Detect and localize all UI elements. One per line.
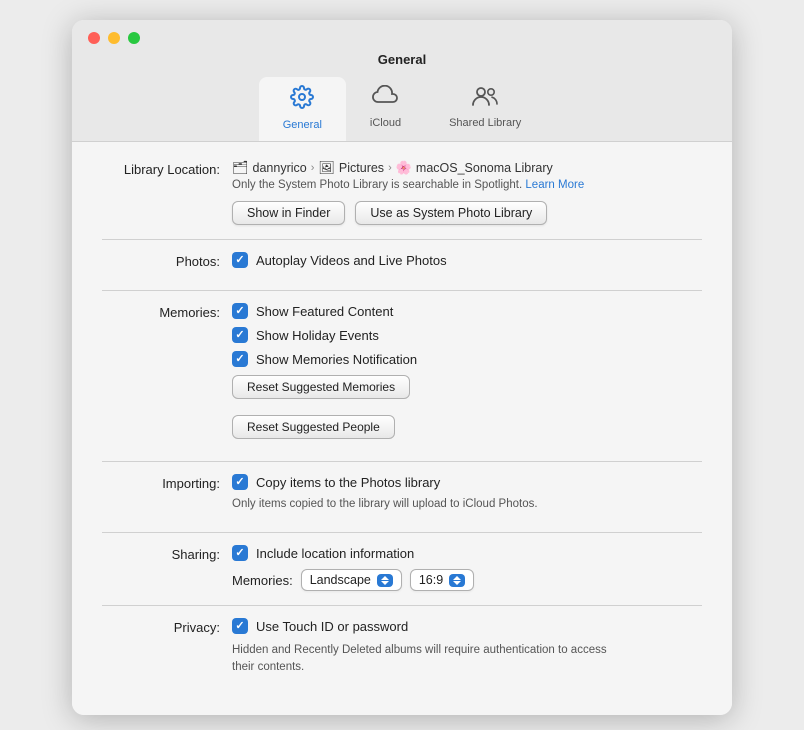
orientation-value: Landscape: [310, 573, 371, 587]
touch-id-checkbox[interactable]: [232, 618, 248, 634]
tab-general[interactable]: General: [259, 77, 346, 141]
library-location-content: 🗂 dannyrico › 🖼 Pictures › 🌸 macOS_Sonom…: [232, 160, 702, 225]
importing-section: Importing: Copy items to the Photos libr…: [102, 474, 702, 518]
arrow-up-icon: [381, 576, 389, 580]
tab-general-label: General: [283, 119, 322, 131]
photos-section: Photos: Autoplay Videos and Live Photos: [102, 252, 702, 276]
privacy-label: Privacy:: [102, 618, 232, 635]
library-location-label: Library Location:: [102, 160, 232, 177]
arrow-down-icon: [381, 581, 389, 585]
importing-content: Copy items to the Photos library Only it…: [232, 474, 702, 518]
aspect-ratio-select[interactable]: 16:9: [410, 569, 474, 591]
autoplay-label: Autoplay Videos and Live Photos: [256, 253, 447, 268]
people-icon: [471, 85, 499, 113]
divider-2: [102, 290, 702, 291]
close-button[interactable]: [88, 32, 100, 44]
tab-shared-library-label: Shared Library: [449, 117, 521, 129]
tab-bar: General iCloud: [259, 77, 545, 141]
pictures-folder-icon: 🖼: [318, 160, 335, 176]
copy-items-row: Copy items to the Photos library: [232, 474, 702, 490]
memories-section: Memories: Show Featured Content Show Hol…: [102, 303, 702, 447]
learn-more-link[interactable]: Learn More: [525, 179, 584, 191]
include-location-row: Include location information: [232, 545, 702, 561]
window-title: General: [378, 52, 426, 67]
touch-id-row: Use Touch ID or password: [232, 618, 702, 634]
privacy-section: Privacy: Use Touch ID or password Hidden…: [102, 618, 702, 677]
include-location-label: Include location information: [256, 546, 414, 561]
show-featured-label: Show Featured Content: [256, 304, 393, 319]
titlebar: General General iCloud: [72, 20, 732, 142]
privacy-note: Hidden and Recently Deleted albums will …: [232, 642, 632, 677]
folder-icon: 🗂: [232, 160, 249, 176]
photos-icon: 🌸: [396, 160, 412, 176]
reset-suggested-memories-button[interactable]: Reset Suggested Memories: [232, 375, 410, 399]
breadcrumb-user: dannyrico: [253, 161, 307, 175]
gear-icon: [290, 85, 314, 115]
tab-shared-library[interactable]: Shared Library: [425, 77, 545, 141]
photos-label: Photos:: [102, 252, 232, 269]
sharing-memories-row: Memories: Landscape 16:9: [232, 569, 702, 591]
traffic-lights: [88, 32, 140, 44]
importing-label: Importing:: [102, 474, 232, 491]
aspect-up-icon: [453, 576, 461, 580]
autoplay-checkbox[interactable]: [232, 252, 248, 268]
show-in-finder-button[interactable]: Show in Finder: [232, 201, 345, 225]
aspect-ratio-arrows[interactable]: [449, 574, 465, 587]
library-buttons: Show in Finder Use as System Photo Libra…: [232, 201, 702, 225]
show-notification-label: Show Memories Notification: [256, 352, 417, 367]
show-featured-row: Show Featured Content: [232, 303, 702, 319]
maximize-button[interactable]: [128, 32, 140, 44]
main-window: General General iCloud: [72, 20, 732, 715]
memories-label: Memories:: [102, 303, 232, 320]
show-holiday-row: Show Holiday Events: [232, 327, 702, 343]
divider-1: [102, 239, 702, 240]
tab-icloud-label: iCloud: [370, 117, 401, 129]
orientation-select[interactable]: Landscape: [301, 569, 402, 591]
autoplay-row: Autoplay Videos and Live Photos: [232, 252, 702, 268]
sharing-label: Sharing:: [102, 545, 232, 562]
privacy-content: Use Touch ID or password Hidden and Rece…: [232, 618, 702, 677]
breadcrumb: 🗂 dannyrico › 🖼 Pictures › 🌸 macOS_Sonom…: [232, 160, 702, 176]
aspect-down-icon: [453, 581, 461, 585]
breadcrumb-pictures: Pictures: [339, 161, 384, 175]
photos-content: Autoplay Videos and Live Photos: [232, 252, 702, 276]
minimize-button[interactable]: [108, 32, 120, 44]
copy-items-label: Copy items to the Photos library: [256, 475, 440, 490]
divider-4: [102, 532, 702, 533]
copy-items-note: Only items copied to the library will up…: [232, 498, 702, 510]
spotlight-note: Only the System Photo Library is searcha…: [232, 179, 702, 191]
show-memories-notification-checkbox[interactable]: [232, 351, 248, 367]
touch-id-label: Use Touch ID or password: [256, 619, 408, 634]
breadcrumb-sep-1: ›: [311, 162, 315, 174]
use-system-photo-library-button[interactable]: Use as System Photo Library: [355, 201, 547, 225]
aspect-ratio-value: 16:9: [419, 573, 443, 587]
tab-icloud[interactable]: iCloud: [346, 77, 425, 141]
divider-3: [102, 461, 702, 462]
sharing-section: Sharing: Include location information Me…: [102, 545, 702, 591]
reset-suggested-people-button[interactable]: Reset Suggested People: [232, 415, 395, 439]
show-holiday-label: Show Holiday Events: [256, 328, 379, 343]
show-notification-row: Show Memories Notification: [232, 351, 702, 367]
icloud-icon: [372, 85, 398, 113]
copy-items-checkbox[interactable]: [232, 474, 248, 490]
orientation-arrows[interactable]: [377, 574, 393, 587]
memories-content: Show Featured Content Show Holiday Event…: [232, 303, 702, 447]
sharing-content: Include location information Memories: L…: [232, 545, 702, 591]
show-holiday-checkbox[interactable]: [232, 327, 248, 343]
breadcrumb-library: macOS_Sonoma Library: [416, 161, 553, 175]
show-featured-checkbox[interactable]: [232, 303, 248, 319]
library-location-section: Library Location: 🗂 dannyrico › 🖼 Pictur…: [102, 160, 702, 225]
content-area: Library Location: 🗂 dannyrico › 🖼 Pictur…: [72, 142, 732, 715]
divider-5: [102, 605, 702, 606]
sharing-memories-label: Memories:: [232, 573, 293, 588]
include-location-checkbox[interactable]: [232, 545, 248, 561]
breadcrumb-sep-2: ›: [388, 162, 392, 174]
